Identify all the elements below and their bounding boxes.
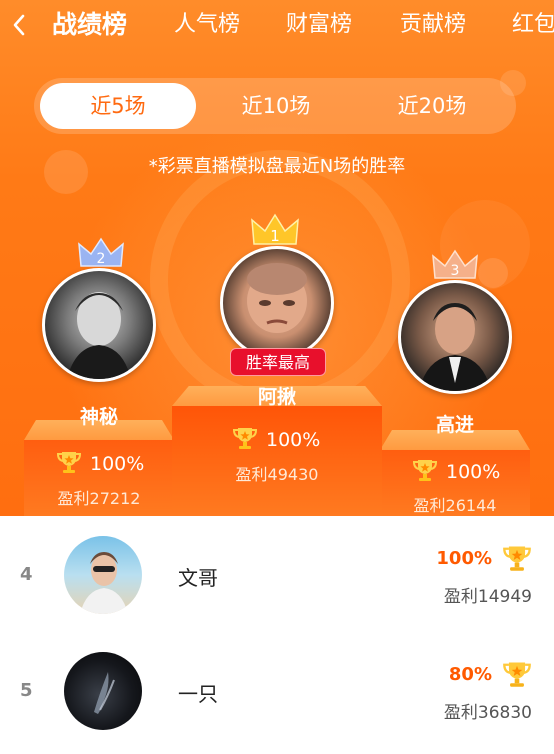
rank-1-profit: 盈利49430 bbox=[235, 465, 319, 484]
trophy-icon bbox=[412, 460, 438, 481]
user-name[interactable]: 一只 bbox=[178, 678, 218, 707]
win-rate-note: *彩票直播模拟盘最近N场的胜率 bbox=[148, 156, 406, 177]
tab-contribution[interactable]: 贡献榜 bbox=[400, 10, 466, 40]
avatar[interactable] bbox=[220, 246, 334, 360]
user-name[interactable]: 文哥 bbox=[178, 562, 218, 591]
tab-record[interactable]: 战绩榜 bbox=[52, 10, 127, 40]
range-tab-5[interactable]: 近5场 bbox=[40, 83, 196, 129]
list-item[interactable]: 4 文哥 100% 盈利14949 bbox=[0, 516, 554, 634]
win-rate: 80% bbox=[448, 664, 492, 685]
rank-3-name[interactable]: 高进 bbox=[380, 410, 530, 437]
trophy-icon bbox=[56, 452, 82, 473]
status-badge: 胜率最高 bbox=[230, 348, 326, 376]
profit-amount: 盈利36830 bbox=[443, 703, 532, 723]
range-segmented-control: 近5场 近10场 近20场 bbox=[34, 78, 516, 134]
leaderboard-hero: 战绩榜 人气榜 财富榜 贡献榜 红包 近5场 近10场 近20场 *彩票直播模拟… bbox=[0, 0, 554, 516]
rank-number: 5 bbox=[20, 680, 33, 701]
range-tab-20[interactable]: 近20场 bbox=[356, 83, 508, 129]
svg-text:2: 2 bbox=[97, 251, 106, 267]
rank-3-win-rate: 100% bbox=[412, 458, 500, 483]
tab-wealth[interactable]: 财富榜 bbox=[286, 10, 352, 40]
avatar[interactable] bbox=[64, 652, 142, 730]
svg-text:3: 3 bbox=[451, 263, 460, 279]
range-tab-10[interactable]: 近10场 bbox=[202, 83, 350, 129]
tab-popularity[interactable]: 人气榜 bbox=[174, 10, 240, 40]
rank-2-win-rate: 100% bbox=[56, 450, 144, 475]
rank-1-win-rate: 100% bbox=[232, 426, 320, 451]
rank-2-profit: 盈利27212 bbox=[57, 489, 141, 508]
rank-number: 4 bbox=[20, 564, 33, 585]
rank-3-profit: 盈利26144 bbox=[413, 496, 497, 515]
svg-text:1: 1 bbox=[270, 227, 280, 245]
avatar[interactable] bbox=[398, 280, 512, 394]
rank-2-name[interactable]: 神秘 bbox=[24, 402, 174, 429]
avatar[interactable] bbox=[42, 268, 156, 382]
trophy-icon bbox=[503, 662, 531, 687]
tab-redpacket[interactable]: 红包 bbox=[512, 10, 554, 40]
list-item[interactable]: 5 一只 80% 盈利36830 bbox=[0, 634, 554, 752]
top-tab-bar: 战绩榜 人气榜 财富榜 贡献榜 红包 bbox=[0, 0, 554, 54]
profit-amount: 盈利14949 bbox=[443, 587, 532, 607]
trophy-icon bbox=[503, 546, 531, 571]
chevron-left-icon[interactable] bbox=[8, 10, 34, 40]
avatar[interactable] bbox=[64, 536, 142, 614]
rank-1-name[interactable]: 阿揪 bbox=[172, 382, 382, 409]
win-rate: 100% bbox=[436, 548, 492, 569]
trophy-icon bbox=[232, 428, 258, 449]
